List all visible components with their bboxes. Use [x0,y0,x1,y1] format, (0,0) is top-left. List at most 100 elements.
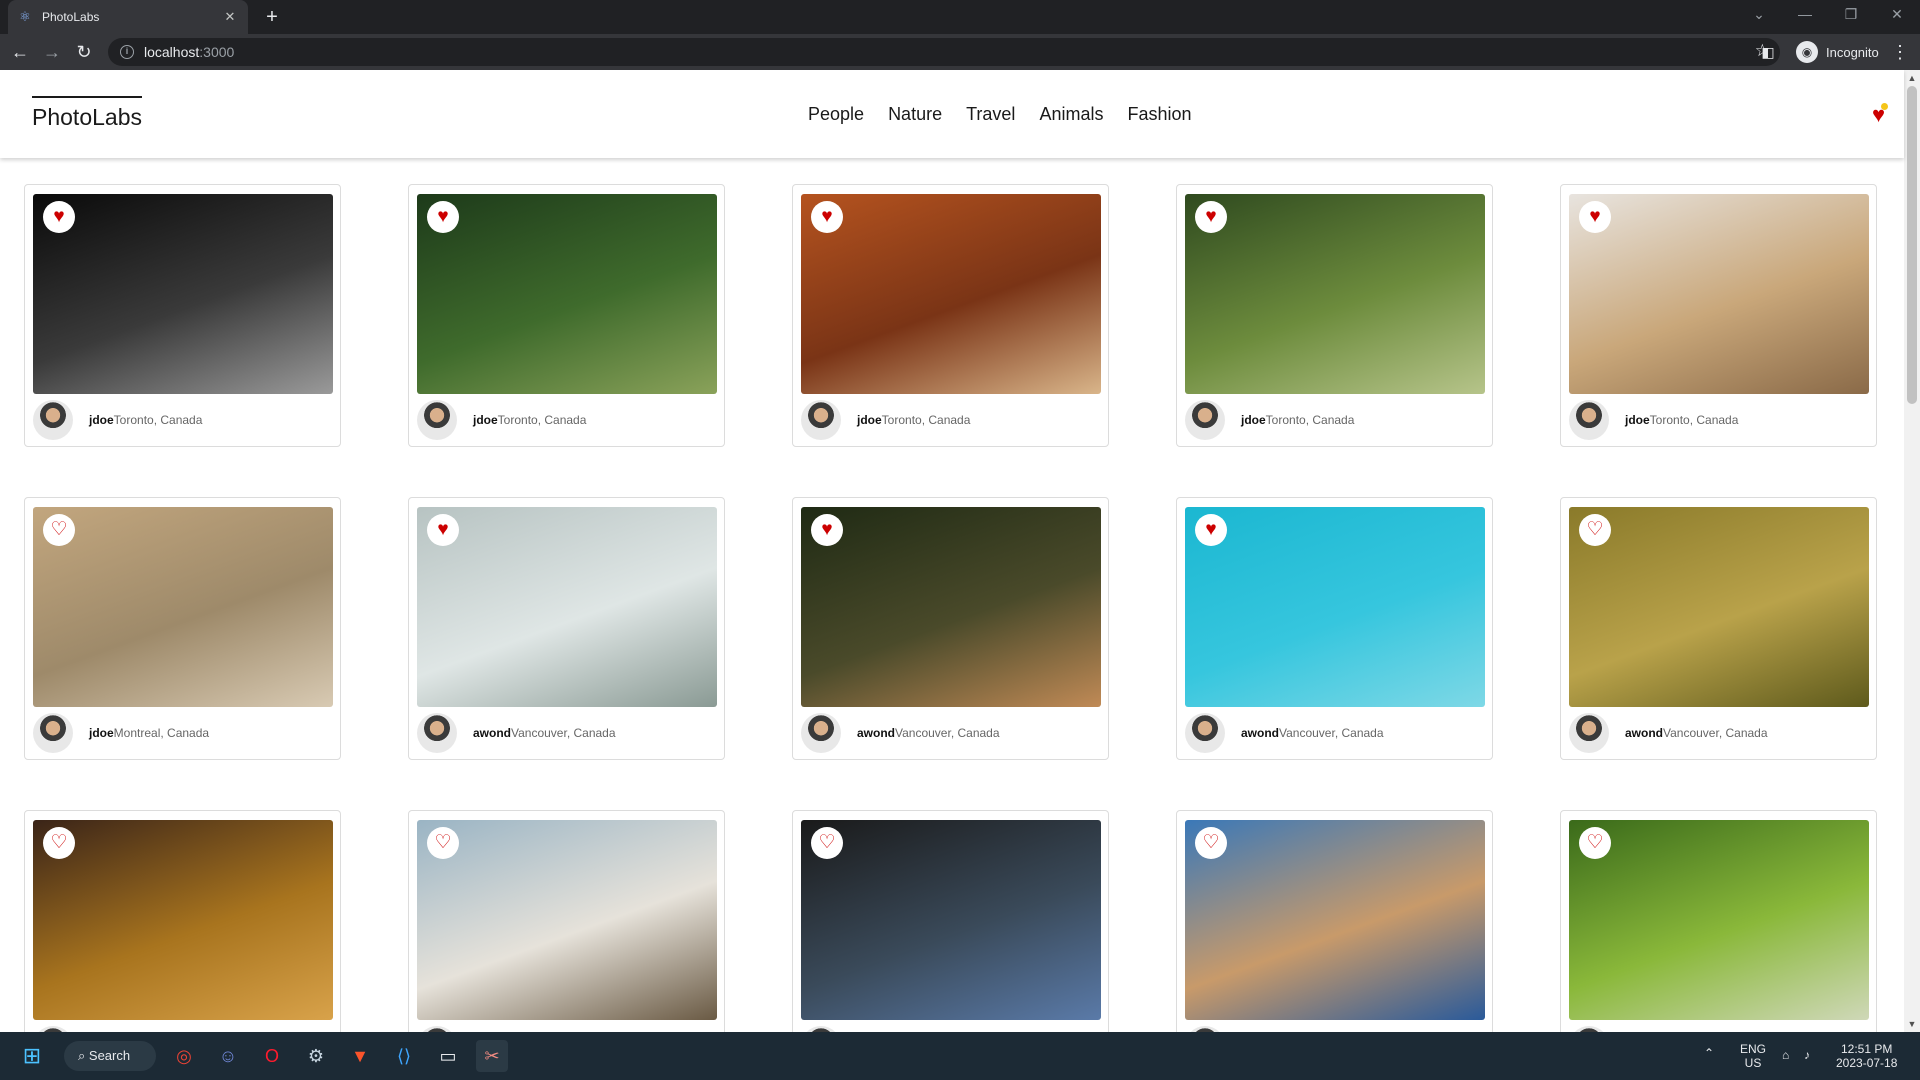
page-viewport: PhotoLabs People Nature Travel Animals F… [0,70,1920,1032]
app-logo[interactable]: PhotoLabs [32,96,142,131]
network-icon[interactable]: ⌂ [1782,1048,1789,1062]
favourite-heart-icon[interactable]: ♡ [811,827,843,859]
photo-card[interactable]: ♥ awond Vancouver, Canada [1176,497,1493,760]
address-bar[interactable]: i localhost :3000 ☆ [108,38,1780,66]
photo-image[interactable]: ♡ [1569,507,1869,707]
steam-icon[interactable]: ⚙ [300,1040,332,1072]
snipping-tool-icon[interactable]: ✂ [476,1040,508,1072]
close-tab-icon[interactable]: ✕ [222,9,238,25]
topic-nature[interactable]: Nature [888,104,942,125]
restore-icon[interactable]: ❐ [1828,0,1874,30]
page-scrollbar[interactable]: ▲ ▼ [1904,70,1920,1032]
photo-card[interactable]: ♥ jdoe Toronto, Canada [24,184,341,447]
favourite-heart-icon[interactable]: ♡ [427,827,459,859]
photo-owner: awond Vancouver, Canada [1185,713,1484,753]
photo-image[interactable]: ♥ [417,507,717,707]
photo-card[interactable]: ♥ jdoe Toronto, Canada [1176,184,1493,447]
favourite-heart-icon[interactable]: ♡ [43,827,75,859]
scroll-down-icon[interactable]: ▼ [1904,1016,1920,1032]
brave-icon[interactable]: ▼ [344,1040,376,1072]
favourite-heart-icon[interactable]: ♥ [811,201,843,233]
favourite-heart-icon[interactable]: ♡ [43,514,75,546]
photo-card[interactable]: ♥ awond Vancouver, Canada [408,497,725,760]
topic-travel[interactable]: Travel [966,104,1015,125]
photo-card[interactable]: ♡ [24,810,341,1032]
vscode-icon[interactable]: ⟨⟩ [388,1040,420,1072]
discord-icon[interactable]: ☺ [212,1040,244,1072]
photo-image[interactable]: ♥ [1185,507,1485,707]
browser-tab[interactable]: ⚛ PhotoLabs ✕ [8,0,248,34]
side-panel-icon[interactable]: ◧ [1756,40,1780,64]
tray-overflow-icon[interactable]: ⌃ [1704,1046,1714,1060]
back-icon[interactable]: ← [8,40,32,64]
language-indicator[interactable]: ENG US [1740,1042,1766,1070]
photo-location: Vancouver, Canada [1279,726,1384,740]
favourite-heart-icon[interactable]: ♥ [43,201,75,233]
favourite-heart-icon[interactable]: ♥ [1195,514,1227,546]
photo-image[interactable]: ♥ [801,194,1101,394]
favourite-heart-icon[interactable]: ♥ [1195,201,1227,233]
photo-card[interactable]: ♥ awond Vancouver, Canada [792,497,1109,760]
photo-image[interactable]: ♡ [417,820,717,1020]
scroll-up-icon[interactable]: ▲ [1904,70,1920,86]
minimize-icon[interactable]: — [1782,0,1828,30]
photo-username: awond [1241,726,1279,740]
opera-icon[interactable]: O [256,1040,288,1072]
forward-icon[interactable]: → [40,40,64,64]
avatar [33,713,73,753]
photo-image[interactable]: ♡ [1569,820,1869,1020]
favourite-heart-icon[interactable]: ♥ [1579,201,1611,233]
photo-username: jdoe [857,413,882,427]
photo-image[interactable]: ♥ [417,194,717,394]
photo-image[interactable]: ♡ [33,820,333,1020]
photo-card[interactable]: ♡ [1176,810,1493,1032]
site-info-icon[interactable]: i [120,45,134,59]
windows-start-icon[interactable]: ⊞ [16,1040,48,1072]
close-window-icon[interactable]: ✕ [1874,0,1920,30]
photo-owner: jdoe Toronto, Canada [1569,400,1868,440]
photo-image[interactable]: ♥ [1185,194,1485,394]
photo-card[interactable]: ♥ jdoe Toronto, Canada [1560,184,1877,447]
topic-fashion[interactable]: Fashion [1127,104,1191,125]
taskbar-search-button[interactable]: ⌕ Search [64,1041,156,1071]
photo-location: Toronto, Canada [1649,413,1739,427]
photo-image[interactable]: ♥ [801,507,1101,707]
photo-card[interactable]: ♡ awond Vancouver, Canada [1560,497,1877,760]
favourite-heart-icon[interactable]: ♥ [811,514,843,546]
favourite-heart-icon[interactable]: ♡ [1195,827,1227,859]
chrome-icon[interactable]: ◎ [168,1040,200,1072]
clock[interactable]: 12:51 PM 2023-07-18 [1836,1042,1897,1070]
photo-card[interactable]: ♡ [1560,810,1877,1032]
photo-username: awond [857,726,895,740]
photo-card[interactable]: ♥ jdoe Toronto, Canada [792,184,1109,447]
favorites-heart-icon[interactable]: ♥ [1872,102,1889,128]
photo-card[interactable]: ♥ jdoe Toronto, Canada [408,184,725,447]
volume-icon[interactable]: ♪ [1804,1048,1810,1062]
terminal-icon[interactable]: ▭ [432,1040,464,1072]
photo-image[interactable]: ♡ [801,820,1101,1020]
incognito-profile-button[interactable]: ◉ Incognito [1788,38,1887,66]
favourite-heart-icon[interactable]: ♥ [427,514,459,546]
photo-owner: jdoe Toronto, Canada [417,400,716,440]
tab-search-icon[interactable]: ⌄ [1736,0,1782,30]
language-code: ENG [1740,1042,1767,1056]
windows-taskbar: ⊞ ⌕ Search ◎ ☺ O ⚙ ▼ ⟨⟩ ▭ ✂ ⌃ ENG US ⌂ ♪… [0,1032,1920,1080]
topic-animals[interactable]: Animals [1039,104,1103,125]
topic-people[interactable]: People [808,104,864,125]
photo-card[interactable]: ♡ [792,810,1109,1032]
photo-image[interactable]: ♡ [1185,820,1485,1020]
new-tab-icon[interactable]: + [262,7,282,27]
photo-username: jdoe [89,413,114,427]
photo-image[interactable]: ♥ [33,194,333,394]
scrollbar-thumb[interactable] [1907,86,1917,404]
photo-image[interactable]: ♡ [33,507,333,707]
photo-image[interactable]: ♥ [1569,194,1869,394]
browser-menu-icon[interactable]: ⋮ [1888,40,1912,64]
photo-card[interactable]: ♡ [408,810,725,1032]
photo-card[interactable]: ♡ jdoe Montreal, Canada [24,497,341,760]
favourite-heart-icon[interactable]: ♡ [1579,514,1611,546]
favourite-heart-icon[interactable]: ♡ [1579,827,1611,859]
reload-icon[interactable]: ↻ [72,40,96,64]
avatar [801,713,841,753]
favourite-heart-icon[interactable]: ♥ [427,201,459,233]
